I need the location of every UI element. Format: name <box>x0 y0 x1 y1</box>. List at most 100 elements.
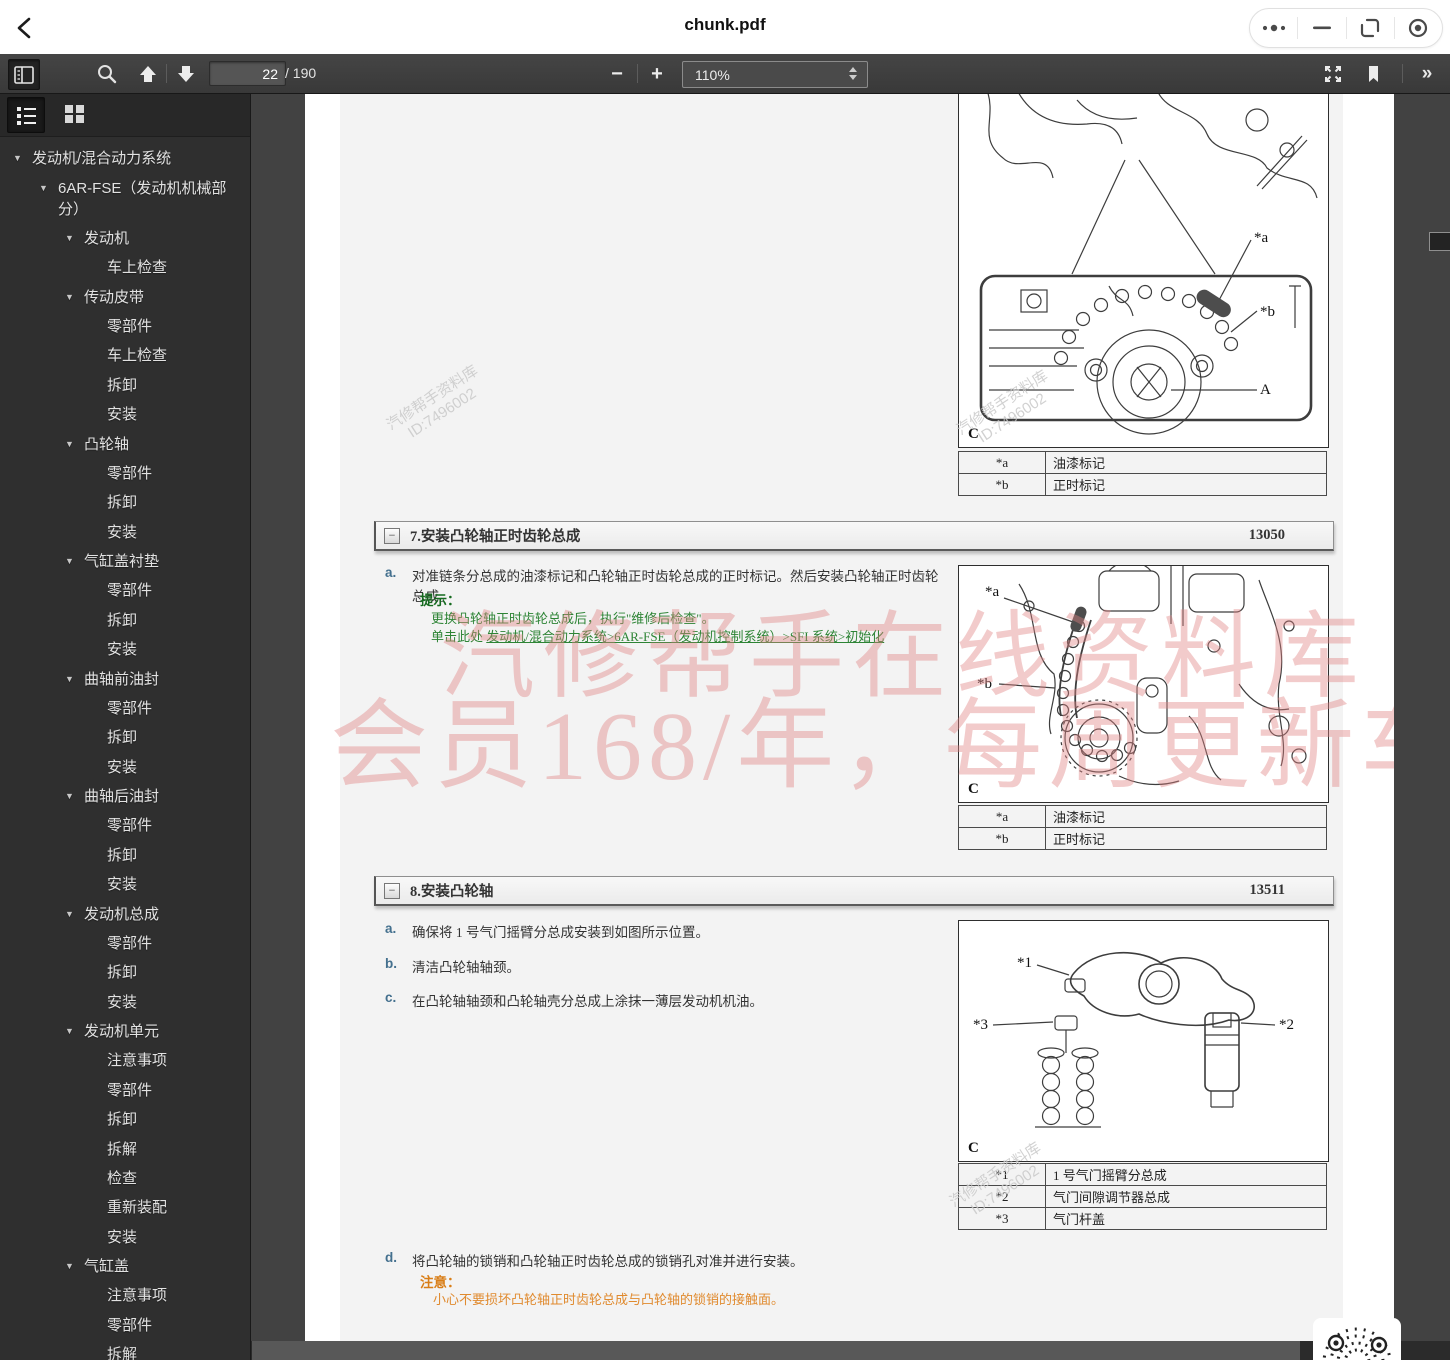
tree-item[interactable]: 零部件 <box>0 811 250 840</box>
tree-item[interactable]: ▼ 6AR-FSE（发动机机械部分） <box>0 173 250 223</box>
expand-arrow-icon[interactable]: ▼ <box>65 434 84 455</box>
tree-item[interactable]: 零部件 <box>0 459 250 488</box>
tree-item-label: 注意事项 <box>107 1052 168 1070</box>
expand-arrow-icon[interactable]: ▼ <box>65 551 84 572</box>
expand-arrow-icon[interactable]: ▼ <box>65 786 84 807</box>
tree-item[interactable]: ▼ 传动皮带 <box>0 283 250 312</box>
browser-window: chunk.pdf 22 / 190 − + 110% » ▼ 发动机/混合动力… <box>0 0 1450 1360</box>
tree-item-label: 气缸盖衬垫 <box>84 553 160 571</box>
restore-window-button[interactable] <box>1347 9 1394 47</box>
tree-item-label: 拆卸 <box>107 376 138 394</box>
tree-item[interactable]: 拆卸 <box>0 1105 250 1134</box>
expand-arrow-icon[interactable]: ▼ <box>65 228 84 249</box>
expand-arrow-icon[interactable]: ▼ <box>39 178 58 199</box>
thumbnails-view-button[interactable] <box>56 97 92 131</box>
tree-item[interactable]: 零部件 <box>0 312 250 341</box>
zoom-value: 110% <box>695 66 730 83</box>
tree-item[interactable]: 拆卸 <box>0 488 250 517</box>
collapse-section-button[interactable]: − <box>384 882 400 899</box>
tree-item[interactable]: 安装 <box>0 988 250 1017</box>
horizontal-scrollbar-thumb[interactable] <box>252 1341 1300 1360</box>
tree-item-label: 曲轴后油封 <box>84 788 160 806</box>
collapse-section-button[interactable]: − <box>384 527 400 544</box>
expand-arrow-icon[interactable]: ▼ <box>65 287 84 308</box>
tree-item[interactable]: 车上检查 <box>0 341 250 370</box>
expand-arrow-icon[interactable]: ▼ <box>65 669 84 690</box>
next-page-button[interactable] <box>171 59 201 88</box>
restore-icon <box>1361 18 1380 38</box>
step-text: 将凸轮轴的锁销和凸轮轴正时齿轮总成的锁销孔对准并进行安装。 <box>412 1254 804 1269</box>
spec-value: 正时标记 <box>1045 827 1327 850</box>
tree-item[interactable]: ▼ 气缸盖衬垫 <box>0 547 250 576</box>
tree-item[interactable]: ▼ 发动机总成 <box>0 899 250 928</box>
step-text: 确保将 1 号气门摇臂分总成安装到如图所示位置。 <box>412 925 709 940</box>
presentation-mode-button[interactable] <box>1318 59 1348 88</box>
spec-value: 气门间隙调节器总成 <box>1045 1185 1327 1208</box>
tree-item[interactable]: 重新装配 <box>0 1193 250 1222</box>
tree-item[interactable]: ▼ 发动机单元 <box>0 1017 250 1046</box>
record-button[interactable] <box>1395 9 1442 47</box>
tree-item[interactable]: 安装 <box>0 870 250 899</box>
tree-item-label: 零部件 <box>107 582 153 600</box>
more-tools-label: » <box>1421 62 1433 84</box>
zoom-select[interactable]: 110% <box>682 61 868 88</box>
tree-item[interactable]: 零部件 <box>0 929 250 958</box>
bookmark-button[interactable] <box>1358 59 1388 88</box>
outline-view-button[interactable] <box>7 97 45 133</box>
tree-item[interactable]: 拆卸 <box>0 958 250 987</box>
tree-item-label: 零部件 <box>107 464 153 482</box>
tree-item[interactable]: 零部件 <box>0 694 250 723</box>
zoom-in-button[interactable]: + <box>642 59 672 88</box>
tree-item[interactable]: 安装 <box>0 1223 250 1252</box>
tree-item[interactable]: ▼ 凸轮轴 <box>0 429 250 458</box>
step-item: a. 对准链条分总成的油漆标记和凸轮轴正时齿轮总成的正时标记。然后安装凸轮轴正时… <box>385 565 945 605</box>
outline-list-icon <box>17 107 36 125</box>
tree-item[interactable]: 车上检查 <box>0 253 250 282</box>
ellipsis-icon <box>1262 24 1285 32</box>
tree-item[interactable]: ▼ 发动机/混合动力系统 <box>0 144 250 173</box>
tree-item[interactable]: 零部件 <box>0 1311 250 1340</box>
tree-item[interactable]: ▼ 发动机 <box>0 224 250 253</box>
previous-page-button[interactable] <box>133 59 163 88</box>
tree-item[interactable]: ▼ 气缸盖 <box>0 1252 250 1281</box>
tree-item[interactable]: ▼ 曲轴前油封 <box>0 664 250 693</box>
tree-item[interactable]: 安装 <box>0 400 250 429</box>
spec-key: *b <box>958 827 1046 850</box>
find-button[interactable] <box>92 59 122 88</box>
expand-arrow-icon[interactable]: ▼ <box>65 904 84 925</box>
vertical-scrollbar-thumb[interactable] <box>1429 232 1450 251</box>
tree-item[interactable]: 安装 <box>0 635 250 664</box>
tree-item[interactable]: 拆卸 <box>0 606 250 635</box>
section-code: 13511 <box>1249 882 1285 898</box>
tree-item[interactable]: 零部件 <box>0 576 250 605</box>
page-number-input[interactable] <box>209 61 286 86</box>
tree-item-label: 曲轴前油封 <box>84 670 160 688</box>
toggle-sidebar-button[interactable] <box>8 59 40 90</box>
tree-item[interactable]: 拆解 <box>0 1134 250 1163</box>
tree-item[interactable]: 拆卸 <box>0 371 250 400</box>
expand-arrow-icon[interactable]: ▼ <box>65 1256 84 1277</box>
tree-item[interactable]: 零部件 <box>0 1076 250 1105</box>
spec-value: 正时标记 <box>1045 473 1327 496</box>
tree-item[interactable]: 注意事项 <box>0 1281 250 1310</box>
spec-key: *2 <box>958 1185 1046 1208</box>
tree-item[interactable]: 拆卸 <box>0 841 250 870</box>
more-options-button[interactable] <box>1250 9 1297 47</box>
tree-item[interactable]: 拆卸 <box>0 723 250 752</box>
spec-value: 1 号气门摇臂分总成 <box>1045 1163 1327 1186</box>
expand-arrow-icon[interactable]: ▼ <box>65 1021 84 1042</box>
zoom-out-button[interactable]: − <box>602 59 632 88</box>
more-tools-button[interactable]: » <box>1412 59 1442 88</box>
tree-item[interactable]: 拆解 <box>0 1340 250 1360</box>
pdf-viewer-area: *a *b A C *a 油漆标记 *b 正时标记 − 7.安装凸轮轴正时齿轮总成 1… <box>250 93 1450 1360</box>
initialization-link[interactable]: 发动机/混合动力系统>6AR-FSE（发动机控制系统）>SFI 系统>初始化 <box>486 629 884 644</box>
tree-item[interactable]: 安装 <box>0 518 250 547</box>
toolbar-divider <box>166 64 167 83</box>
tree-item[interactable]: ▼ 曲轴后油封 <box>0 782 250 811</box>
minimize-button[interactable] <box>1298 9 1345 47</box>
tree-item[interactable]: 安装 <box>0 753 250 782</box>
figure-chain-alignment: *a *b C <box>958 565 1329 803</box>
tree-item[interactable]: 注意事项 <box>0 1046 250 1075</box>
expand-arrow-icon[interactable]: ▼ <box>13 148 32 169</box>
tree-item[interactable]: 检查 <box>0 1164 250 1193</box>
